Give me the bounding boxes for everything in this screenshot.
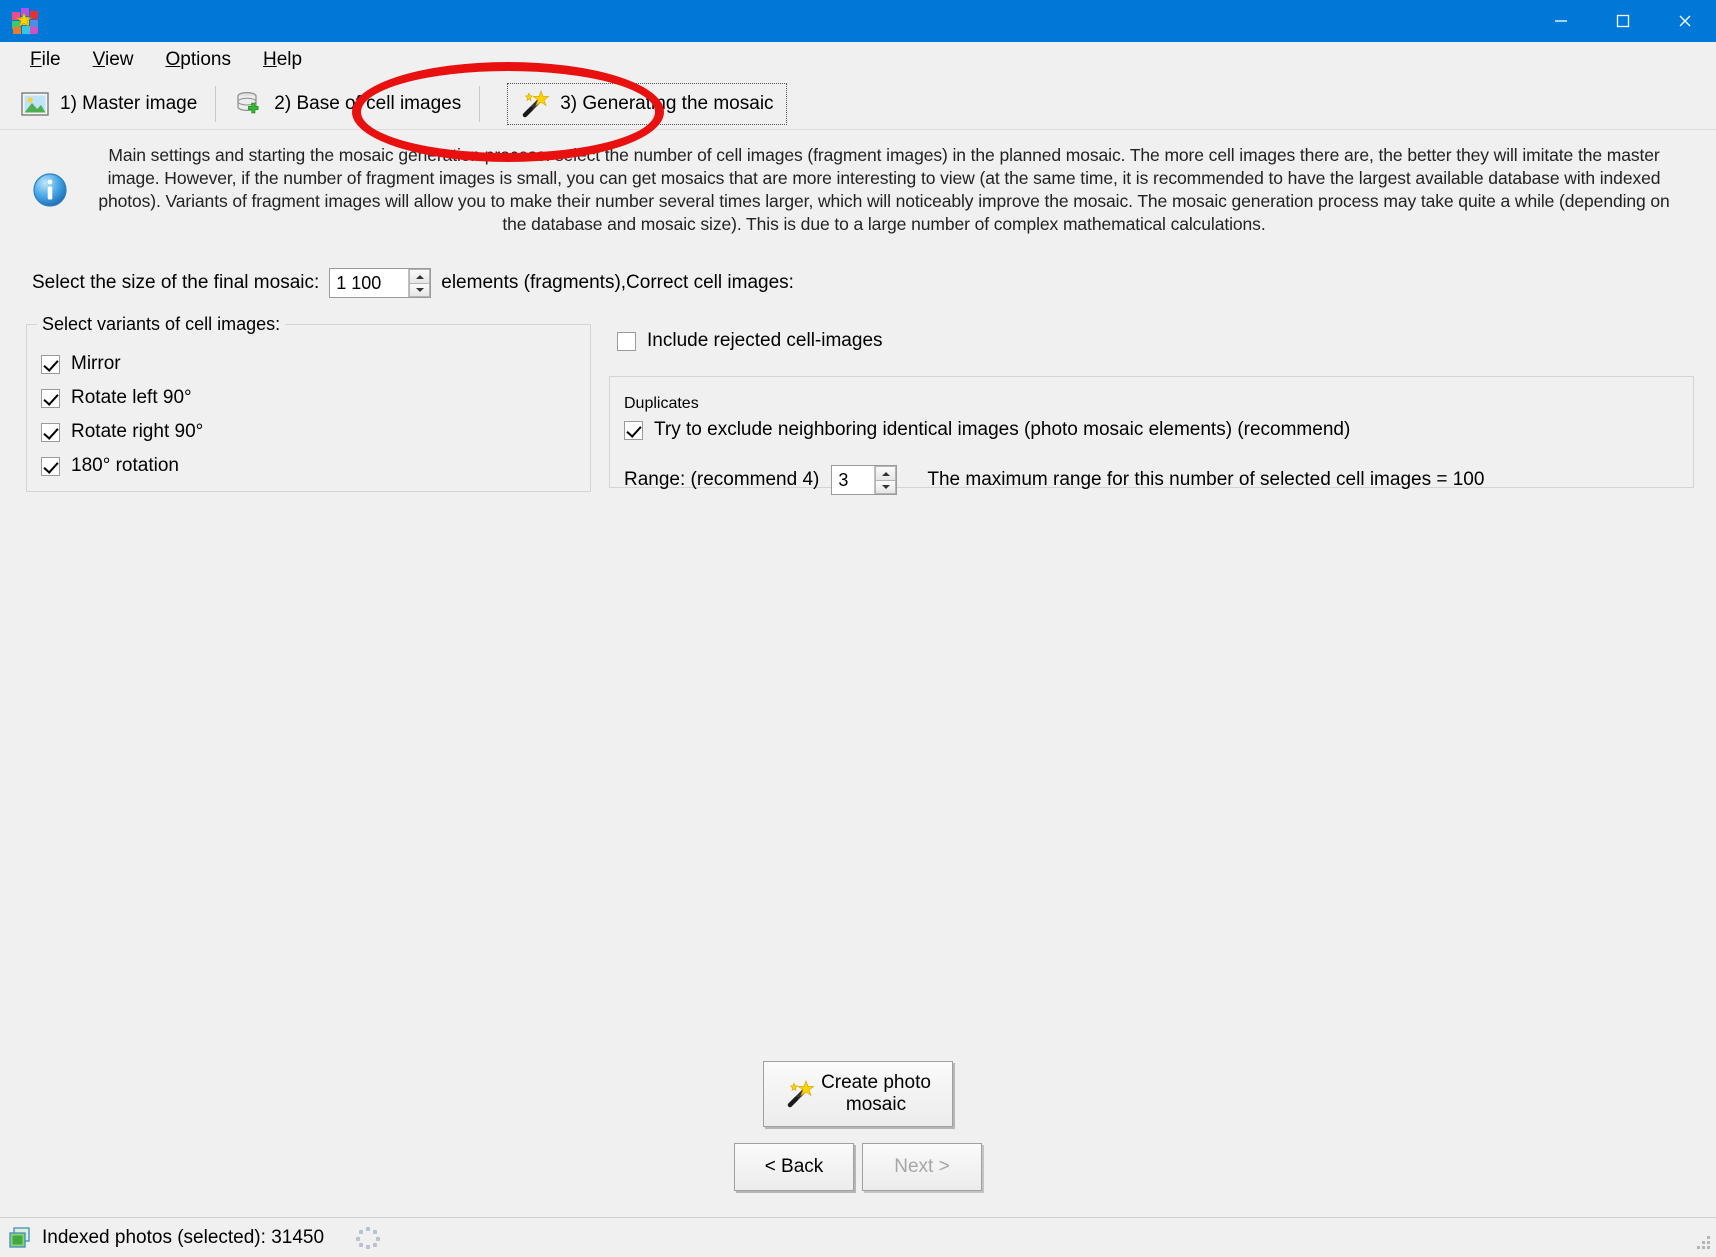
title-bar [0,0,1716,42]
checkbox-box[interactable] [41,456,60,476]
settings-groups: Select variants of cell images: Mirror R… [0,298,1716,496]
checkbox-label: Try to exclude neighboring identical ima… [654,419,1351,441]
range-input[interactable] [832,466,875,495]
nav-buttons: < Back Next > [734,1143,982,1191]
back-button[interactable]: < Back [734,1143,854,1191]
checkbox-box[interactable] [41,388,60,408]
checkbox-include-rejected-cell-images[interactable]: Include rejected cell-images [609,324,1694,358]
back-button-label: < Back [764,1156,824,1177]
database-add-icon [234,89,264,119]
variants-group: Select variants of cell images: Mirror R… [26,314,591,493]
checkbox-label: 180° rotation [71,455,179,477]
stepper-down-icon[interactable] [875,479,897,495]
create-button-line1: Create photo [821,1072,931,1094]
tab-master-image[interactable]: 1) Master image [6,82,211,126]
tab-label: 2) Base of cell images [274,92,462,114]
mosaic-app-icon [12,8,38,34]
tab-generating-the-mosaic[interactable]: 3) Generating the mosaic [506,82,787,126]
create-button-line2: mosaic [845,1094,907,1115]
checkbox-box[interactable] [41,354,60,374]
mosaic-size-suffix: elements (fragments),Correct cell images… [441,272,794,294]
checkbox-rotate-right-90[interactable]: Rotate right 90° [41,415,576,449]
application-window: File View Options Help 1) Master image 2… [0,0,1716,1257]
next-button-label: Next > [894,1156,950,1177]
stepper-down-icon[interactable] [409,282,431,298]
tab-separator [479,85,481,122]
indexed-photos-icon [8,1226,32,1250]
range-row: Range: (recommend 4) The maximum range f… [624,465,1679,496]
magic-wand-icon [520,89,550,119]
wizard-buttons: Create photo mosaic < Back Next > [0,1061,1716,1217]
magic-wand-icon [785,1079,815,1109]
close-icon[interactable] [1654,0,1716,42]
resize-grip[interactable] [1694,1236,1712,1254]
status-bar: Indexed photos (selected): 31450 [0,1217,1716,1257]
window-controls [1530,0,1716,42]
info-text: Main settings and starting the mosaic ge… [98,145,1670,235]
range-label: Range: (recommend 4) [624,469,820,491]
tab-separator [215,85,217,122]
picture-icon [20,89,50,119]
minimize-icon[interactable] [1530,0,1592,42]
mosaic-size-row: Select the size of the final mosaic: ele… [0,246,1716,299]
checkbox-box[interactable] [41,422,60,442]
mosaic-size-input[interactable] [330,269,409,298]
menu-file[interactable]: File [14,45,77,75]
info-icon [30,170,70,210]
checkbox-label: Include rejected cell-images [647,330,883,352]
checkbox-box[interactable] [624,420,643,440]
menu-view[interactable]: View [77,45,150,75]
mosaic-size-arrows[interactable] [408,269,431,298]
duplicates-column: Include rejected cell-images Duplicates … [609,324,1694,496]
checkbox-exclude-neighboring-identical[interactable]: Try to exclude neighboring identical ima… [624,413,1679,447]
wizard-tab-strip: 1) Master image 2) Base of cell images 3… [0,78,1716,130]
range-stepper[interactable] [831,465,898,496]
status-text: Indexed photos (selected): 31450 [42,1226,325,1248]
next-button: Next > [862,1143,982,1191]
checkbox-box[interactable] [617,331,636,351]
mosaic-size-label: Select the size of the final mosaic: [32,272,320,294]
tab-base-of-cell-images[interactable]: 2) Base of cell images [220,82,475,126]
menu-bar: File View Options Help [0,42,1716,78]
tab-label: 1) Master image [60,92,198,114]
create-photo-mosaic-button[interactable]: Create photo mosaic [763,1061,953,1127]
stepper-up-icon[interactable] [409,269,431,283]
max-range-note: The maximum range for this number of sel… [927,469,1485,491]
duplicates-group: Duplicates Try to exclude neighboring id… [609,376,1694,496]
tab-label: 3) Generating the mosaic [560,92,774,114]
menu-options[interactable]: Options [149,45,246,75]
checkbox-rotate-left-90[interactable]: Rotate left 90° [41,381,576,415]
checkbox-mirror[interactable]: Mirror [41,347,576,381]
duplicates-group-title: Duplicates [624,395,699,413]
spinner-dots-icon [356,1226,382,1249]
range-arrows[interactable] [874,466,897,495]
checkbox-label: Rotate left 90° [71,387,192,409]
mosaic-size-stepper[interactable] [329,268,432,299]
maximize-icon[interactable] [1592,0,1654,42]
checkbox-180-rotation[interactable]: 180° rotation [41,449,576,483]
variants-group-title: Select variants of cell images: [37,314,286,336]
menu-help[interactable]: Help [247,45,318,75]
checkbox-label: Rotate right 90° [71,421,204,443]
info-panel: Main settings and starting the mosaic ge… [0,130,1716,246]
checkbox-label: Mirror [71,353,121,375]
stepper-up-icon[interactable] [875,466,897,480]
